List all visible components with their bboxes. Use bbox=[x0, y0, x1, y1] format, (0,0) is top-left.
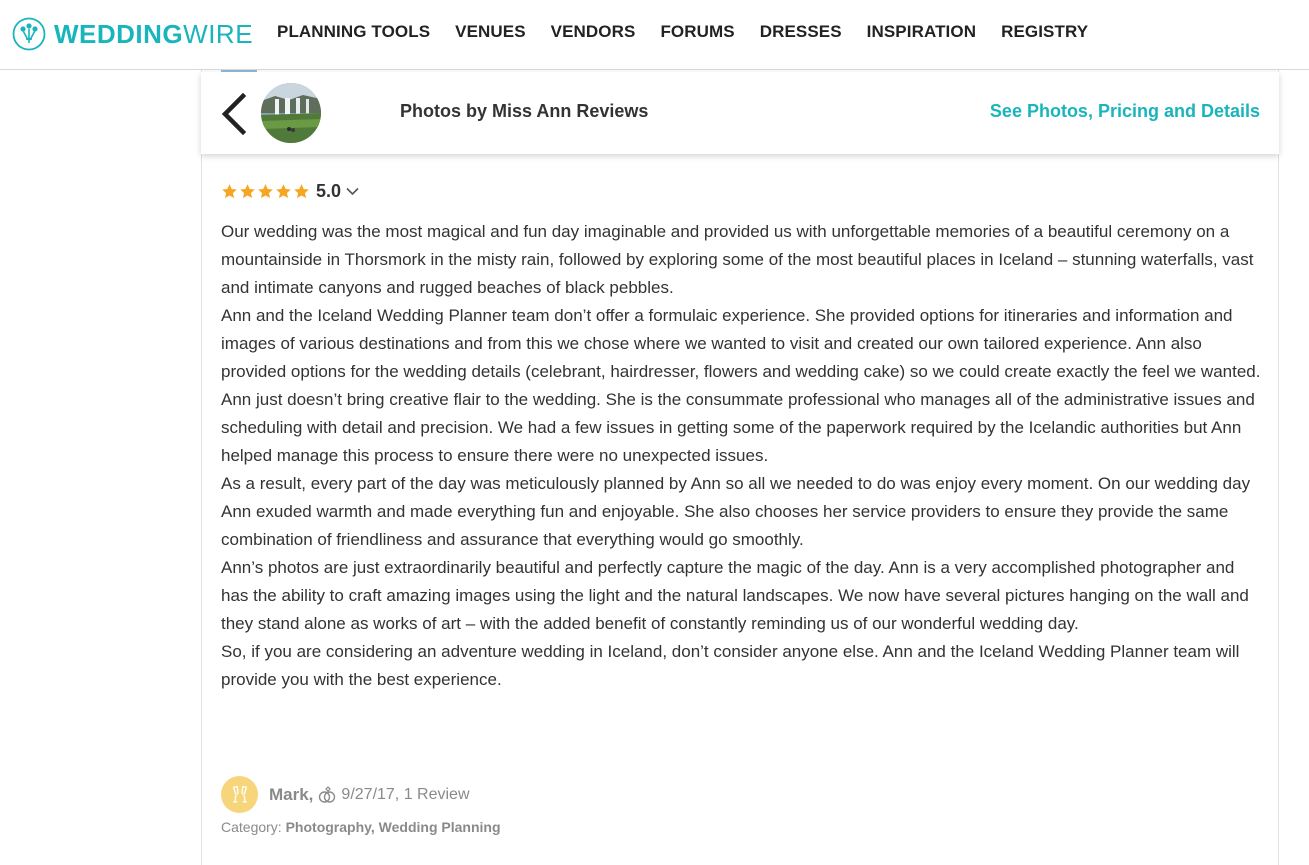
category-values[interactable]: Photography, Wedding Planning bbox=[286, 819, 501, 835]
review-paragraph: Ann’s photos are just extraordinarily be… bbox=[221, 558, 1249, 633]
vendor-sticky-bar: Photos by Miss Ann Reviews See Photos, P… bbox=[201, 72, 1279, 154]
avatar[interactable] bbox=[221, 776, 258, 813]
star-rating bbox=[221, 183, 310, 200]
top-navigation-bar: WEDDINGWIRE PLANNING TOOLS VENUES VENDOR… bbox=[0, 0, 1309, 70]
nav-forums[interactable]: FORUMS bbox=[660, 22, 734, 42]
rating-summary[interactable]: 5.0 bbox=[221, 180, 359, 202]
bouquet-icon bbox=[12, 17, 46, 51]
nav-planning-tools[interactable]: PLANNING TOOLS bbox=[277, 22, 430, 42]
main-nav: PLANNING TOOLS VENUES VENDORS FORUMS DRE… bbox=[277, 22, 1113, 42]
star-icon bbox=[258, 183, 273, 198]
see-photos-pricing-link[interactable]: See Photos, Pricing and Details bbox=[990, 101, 1260, 122]
vendor-thumbnail[interactable] bbox=[261, 83, 321, 143]
waterfall-photo bbox=[261, 83, 321, 143]
author-name[interactable]: Mark, bbox=[269, 785, 313, 805]
review-paragraph: Ann just doesn’t bring creative flair to… bbox=[221, 390, 1255, 465]
review-text: Our wedding was the most magical and fun… bbox=[221, 218, 1266, 694]
chevron-down-icon[interactable] bbox=[346, 187, 359, 196]
star-icon bbox=[276, 183, 291, 198]
review-paragraph: So, if you are considering an adventure … bbox=[221, 642, 1240, 689]
nav-inspiration[interactable]: INSPIRATION bbox=[867, 22, 976, 42]
category-label: Category: bbox=[221, 819, 282, 835]
review-category: Category: Photography, Wedding Planning bbox=[221, 819, 501, 835]
logo-text-light: WIRE bbox=[183, 19, 254, 49]
review-paragraph: Our wedding was the most magical and fun… bbox=[221, 222, 1254, 297]
vendor-name[interactable]: Photos by Miss Ann Reviews bbox=[400, 101, 648, 122]
logo-text-bold: WEDDING bbox=[54, 19, 184, 49]
chevron-left-icon[interactable] bbox=[219, 93, 249, 135]
wedding-rings-icon bbox=[319, 785, 336, 803]
star-icon bbox=[222, 183, 237, 198]
star-icon bbox=[240, 183, 255, 198]
weddingwire-logo[interactable]: WEDDINGWIRE bbox=[12, 14, 253, 54]
review-author: Mark, 9/27/17, 1 Review bbox=[221, 776, 470, 813]
review-paragraph: As a result, every part of the day was m… bbox=[221, 474, 1251, 549]
logo-text: WEDDINGWIRE bbox=[54, 21, 253, 47]
nav-venues[interactable]: VENUES bbox=[455, 22, 526, 42]
star-icon bbox=[294, 183, 309, 198]
champagne-glasses-icon bbox=[232, 785, 247, 803]
review-paragraph: Ann and the Iceland Wedding Planner team… bbox=[221, 306, 1261, 381]
rating-value: 5.0 bbox=[316, 180, 342, 201]
nav-registry[interactable]: REGISTRY bbox=[1001, 22, 1088, 42]
review-date-count: 9/27/17, 1 Review bbox=[341, 785, 470, 803]
nav-vendors[interactable]: VENDORS bbox=[551, 22, 636, 42]
nav-dresses[interactable]: DRESSES bbox=[760, 22, 842, 42]
